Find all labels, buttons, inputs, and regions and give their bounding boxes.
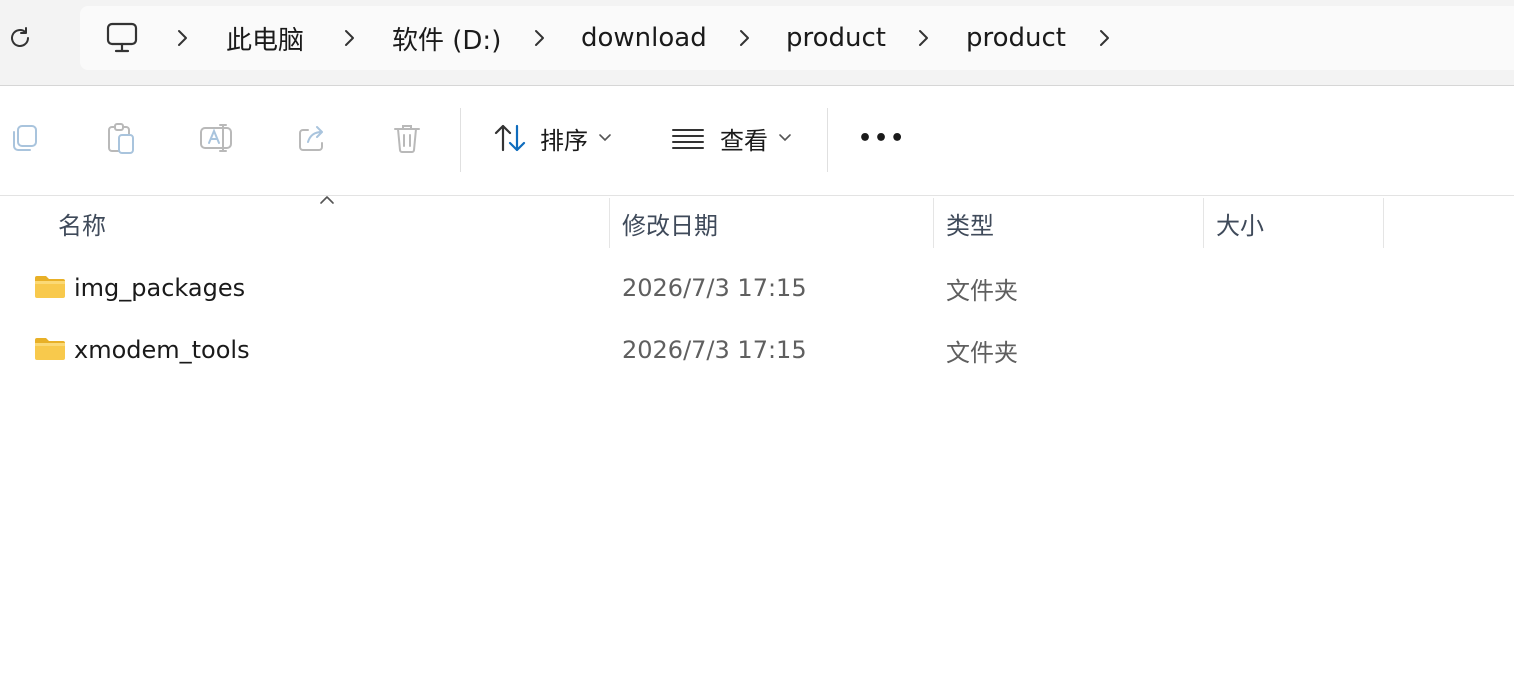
divider	[0, 195, 1514, 196]
refresh-icon[interactable]	[2, 20, 38, 56]
view-label: 查看	[720, 126, 768, 155]
sort-button[interactable]: 排序	[492, 116, 612, 160]
address-bar[interactable]: 此电脑 软件 (D:) download product product	[80, 6, 1514, 70]
chevron-right-icon[interactable]	[1098, 28, 1112, 48]
share-icon[interactable]	[294, 120, 330, 156]
sort-ascending-icon	[320, 196, 334, 204]
chevron-right-icon[interactable]	[343, 28, 357, 48]
breadcrumb-item-download[interactable]: download	[581, 6, 707, 70]
chevron-right-icon[interactable]	[917, 28, 931, 48]
file-name[interactable]: xmodem_tools	[74, 322, 250, 378]
column-header-name[interactable]: 名称	[58, 198, 106, 248]
breadcrumb-item-product-current[interactable]: product	[966, 6, 1066, 70]
chevron-right-icon[interactable]	[533, 28, 547, 48]
column-header-modified[interactable]: 修改日期	[622, 198, 718, 248]
file-row[interactable]: xmodem_tools 2026/7/3 17:15 文件夹	[0, 322, 1514, 378]
breadcrumb-item-product[interactable]: product	[786, 6, 886, 70]
breadcrumb-item-this-pc[interactable]: 此电脑	[226, 6, 304, 70]
more-options-button[interactable]: •••	[858, 116, 906, 160]
chevron-right-icon[interactable]	[738, 28, 752, 48]
column-resize-handle[interactable]	[933, 198, 934, 248]
column-resize-handle[interactable]	[1203, 198, 1204, 248]
view-icon	[672, 129, 704, 149]
toolbar-separator	[460, 108, 461, 172]
file-modified: 2026/7/3 17:15	[622, 274, 807, 302]
paste-icon[interactable]	[102, 120, 138, 156]
copy-icon[interactable]	[6, 120, 42, 156]
column-header-type[interactable]: 类型	[946, 198, 994, 248]
folder-icon	[35, 276, 65, 298]
chevron-down-icon	[599, 134, 611, 142]
file-row[interactable]: img_packages 2026/7/3 17:15 文件夹	[0, 260, 1514, 316]
navigation-bar: 此电脑 软件 (D:) download product product	[0, 0, 1514, 86]
column-header-size[interactable]: 大小	[1216, 198, 1264, 248]
chevron-down-icon	[779, 134, 791, 142]
toolbar-separator	[827, 108, 828, 172]
file-name[interactable]: img_packages	[74, 260, 245, 316]
folder-icon	[35, 338, 65, 360]
file-type: 文件夹	[946, 276, 1018, 305]
chevron-right-icon[interactable]	[176, 28, 190, 48]
delete-icon[interactable]	[389, 120, 425, 156]
file-list-empty-area[interactable]	[0, 390, 1514, 688]
file-type: 文件夹	[946, 338, 1018, 367]
sort-icon	[494, 124, 526, 152]
view-button[interactable]: 查看	[670, 116, 792, 160]
computer-icon[interactable]	[104, 20, 140, 56]
column-resize-handle[interactable]	[1383, 198, 1384, 248]
rename-icon[interactable]	[198, 120, 234, 156]
command-bar: 排序 查看 •••	[0, 86, 1514, 196]
sort-label: 排序	[540, 126, 588, 155]
breadcrumb-item-drive-d[interactable]: 软件 (D:)	[392, 6, 501, 70]
file-modified: 2026/7/3 17:15	[622, 336, 807, 364]
column-resize-handle[interactable]	[609, 198, 610, 248]
